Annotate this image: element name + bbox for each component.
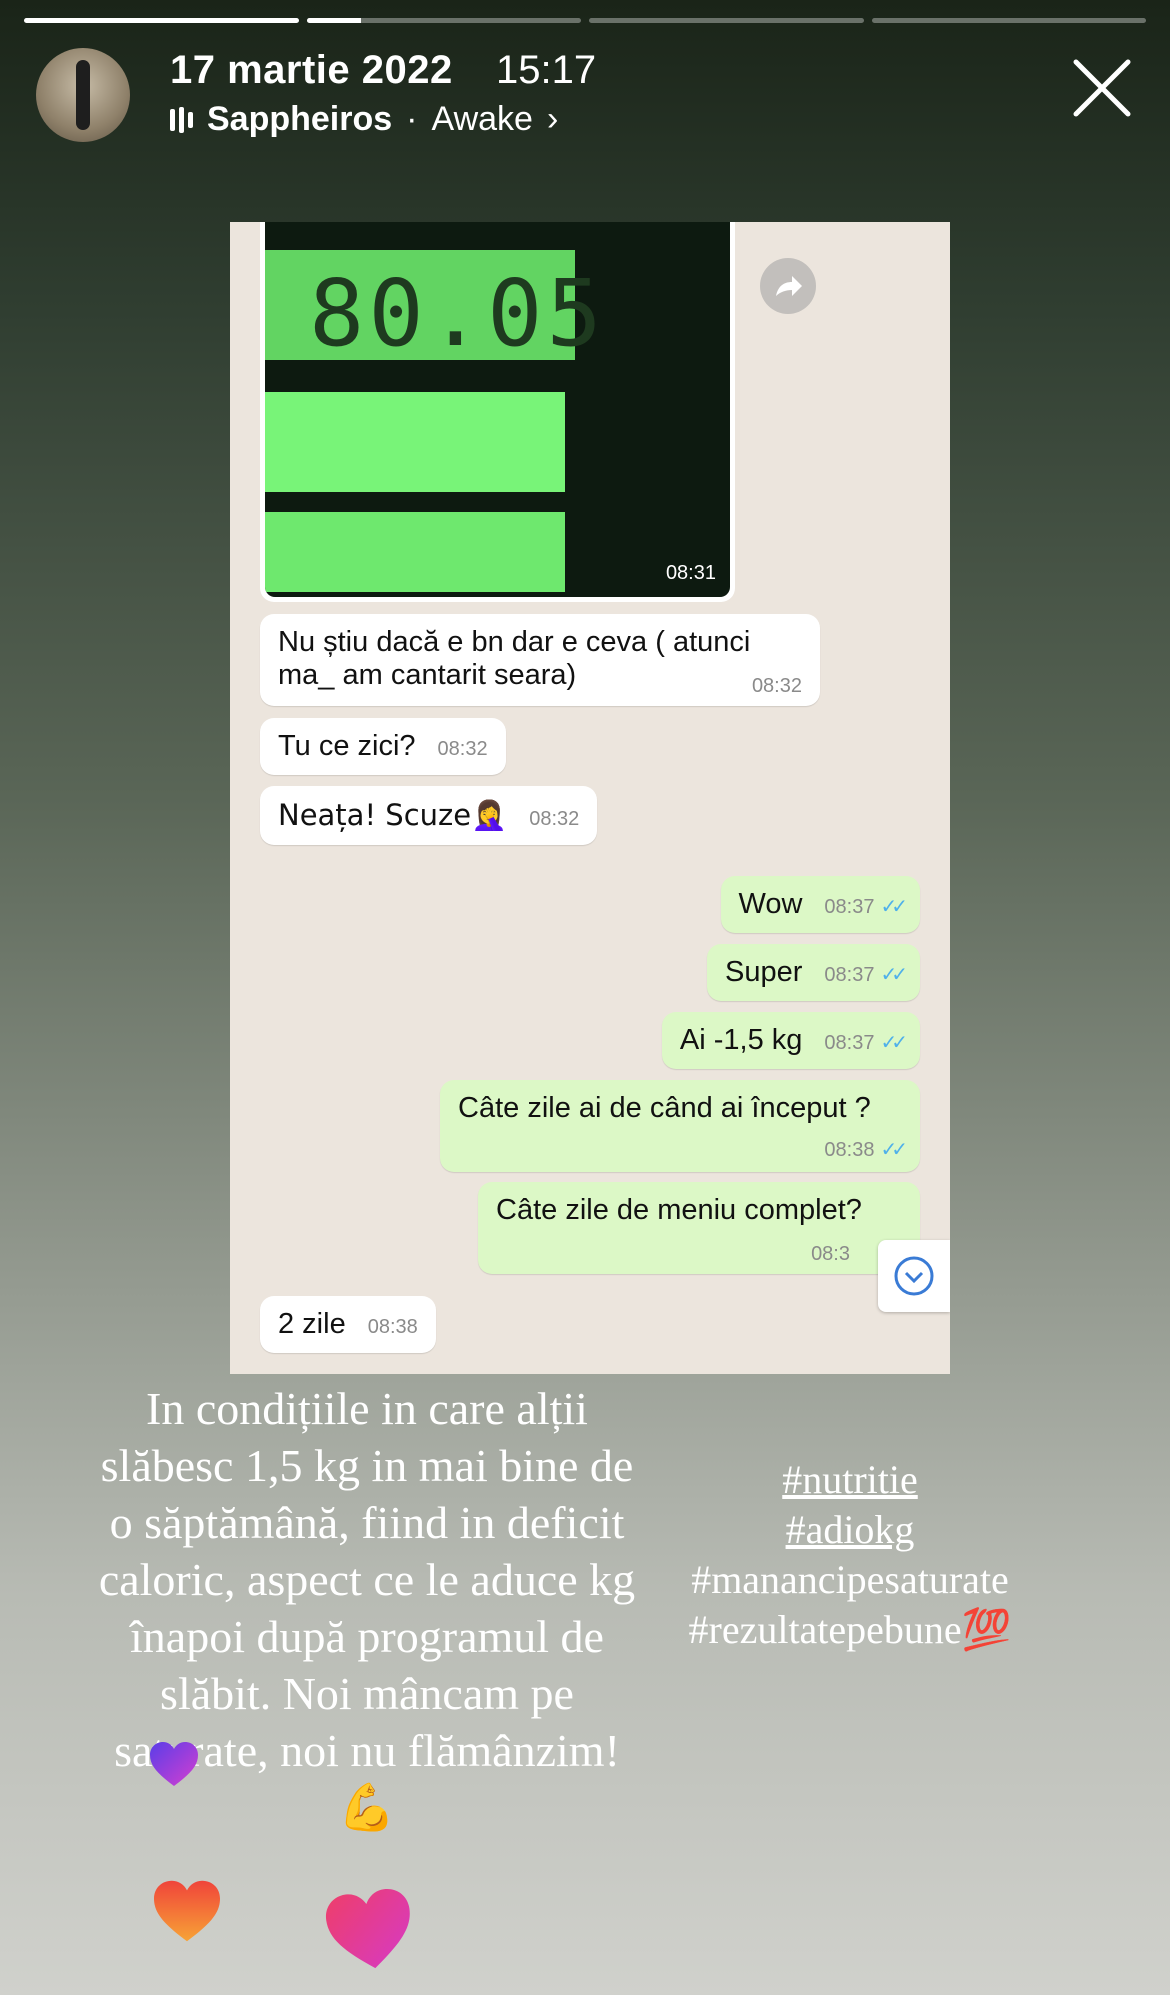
message-time: 08:3 [811, 1243, 850, 1265]
message-text: Ai -1,5 kg [679, 1024, 803, 1056]
story-progress-segment [589, 18, 864, 23]
message-text: Wow [738, 888, 803, 920]
read-tick-icon: ✓✓ [880, 1139, 907, 1161]
message-text: Super [725, 956, 803, 988]
close-button[interactable] [1070, 56, 1134, 120]
message-bubble[interactable]: Super 08:37 ✓✓ [707, 944, 920, 1001]
message-text: Câte zile ai de când ai început ? [458, 1092, 871, 1124]
message-text: 2 zile [278, 1308, 346, 1340]
scroll-down-button[interactable] [878, 1240, 950, 1312]
read-tick-icon: ✓✓ [880, 964, 907, 986]
hashtag[interactable]: #rezultatepebune💯 [650, 1605, 1050, 1655]
message-text: Nu știu dacă e bn dar e ceva ( atunci ma… [278, 626, 751, 691]
message-time: 08:37 [824, 896, 875, 918]
caption-text: In condițiile in care alții slăbesc 1,5 … [98, 1383, 636, 1776]
flexed-biceps-emoji: 💪 [338, 1780, 396, 1834]
message-time: 08:38 [824, 1139, 875, 1161]
heart-reaction-icon [325, 1888, 410, 1969]
message-text: Câte zile de meniu complet? [496, 1194, 862, 1226]
message-bubble[interactable]: Tu ce zici? 08:32 [260, 718, 506, 775]
message-time: 08:32 [437, 738, 488, 760]
music-artist: Sappheiros [207, 100, 393, 138]
music-sticker[interactable]: Sappheiros · Awake › [170, 100, 558, 139]
message-bubble[interactable]: Câte zile de meniu complet? 08:3 [478, 1182, 920, 1274]
story-progress-segment [871, 18, 1146, 23]
audio-bars-icon [170, 106, 193, 134]
message-bubble[interactable]: Câte zile ai de când ai început ? 08:38 ✓… [440, 1080, 920, 1172]
heart-reaction-icon [154, 1880, 220, 1942]
story-progress [24, 18, 1146, 23]
message-time: 08:38 [367, 1316, 418, 1338]
scale-photo[interactable]: 80.05 08:31 [260, 222, 735, 602]
message-bubble[interactable]: Neața! Scuze🤦‍♀️ 08:32 [260, 786, 598, 845]
close-icon [1073, 59, 1131, 117]
message-bubble[interactable]: 2 zile 08:38 [260, 1296, 436, 1353]
photo-time: 08:31 [665, 562, 716, 584]
hashtag[interactable]: #nutritie [650, 1455, 1050, 1505]
chevron-right-icon: › [546, 100, 559, 138]
story-progress-segment [24, 18, 299, 23]
read-tick-icon: ✓✓ [880, 896, 907, 918]
story-progress-segment [306, 18, 581, 23]
forward-button[interactable] [760, 258, 816, 314]
scale-reading: 80.05 [309, 260, 606, 367]
story-time: 15:17 [496, 48, 597, 92]
message-text: Neața! Scuze🤦‍♀️ [278, 798, 508, 832]
scale-image: 80.05 08:31 [265, 222, 730, 597]
story-header: 17 martie 2022 15:17 Sappheiros · Awake … [36, 48, 1134, 148]
hashtag[interactable]: #manancipesaturate [650, 1555, 1050, 1605]
chevron-down-circle-icon [894, 1256, 934, 1296]
heart-reaction-icon [150, 1742, 198, 1786]
avatar[interactable] [36, 48, 130, 142]
music-separator: · [406, 100, 418, 138]
chat-screenshot: 80.05 08:31 Nu știu dacă e bn dar e ceva… [230, 222, 950, 1374]
message-text: Tu ce zici? [278, 730, 416, 762]
hashtag-list: #nutritie #adiokg #manancipesaturate #re… [650, 1455, 1050, 1655]
music-song: Awake [431, 100, 533, 138]
message-bubble[interactable]: Nu știu dacă e bn dar e ceva ( atunci ma… [260, 614, 820, 706]
scale-display: 80.05 [265, 250, 602, 367]
story-date: 17 martie 2022 [170, 48, 453, 92]
hashtag[interactable]: #adiokg [650, 1505, 1050, 1555]
forward-icon [776, 276, 802, 296]
message-time: 08:37 [824, 964, 875, 986]
message-time: 08:32 [751, 675, 802, 697]
message-time: 08:32 [529, 808, 580, 830]
message-time: 08:37 [824, 1032, 875, 1054]
message-bubble[interactable]: Wow 08:37 ✓✓ [720, 876, 920, 933]
message-bubble[interactable]: Ai -1,5 kg 08:37 ✓✓ [661, 1012, 920, 1069]
read-tick-icon: ✓✓ [880, 1032, 907, 1054]
